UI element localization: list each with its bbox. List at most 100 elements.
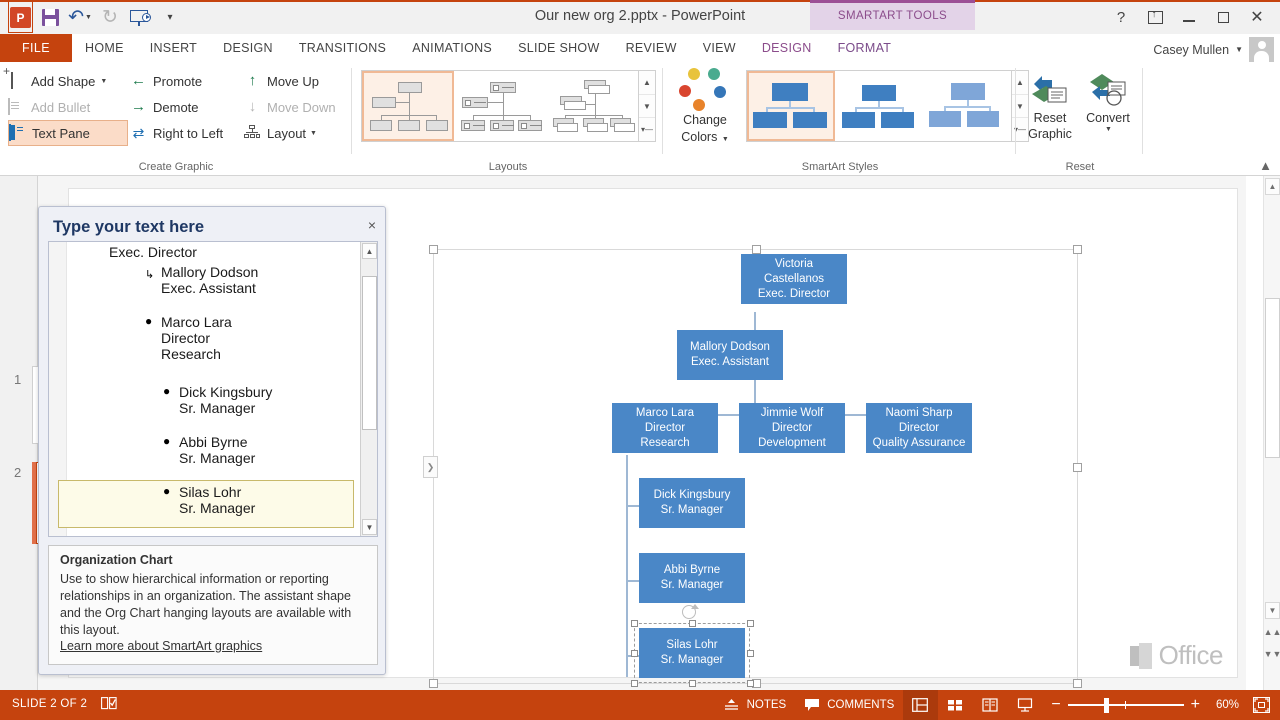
chevron-down-icon[interactable]: ▼ bbox=[310, 130, 317, 137]
shape-handle-s[interactable] bbox=[689, 680, 696, 687]
smartart-style-option-2[interactable] bbox=[835, 71, 923, 141]
text-pane-row-dick-kingsbury[interactable]: Dick Kingsbury Sr. Manager bbox=[163, 384, 361, 416]
zoom-control[interactable]: − + 60% bbox=[1043, 697, 1247, 713]
org-node-silas-lohr[interactable]: Silas Lohr Sr. Manager bbox=[639, 628, 745, 678]
layout-option-half-circle[interactable] bbox=[546, 71, 638, 141]
tab-file[interactable]: FILE bbox=[0, 34, 72, 62]
close-icon[interactable]: ✕ bbox=[1240, 6, 1274, 28]
reading-view-button[interactable] bbox=[973, 690, 1008, 720]
scroll-up-icon[interactable]: ▲ bbox=[1265, 178, 1280, 195]
demote-button[interactable]: → Demote bbox=[130, 94, 245, 120]
notes-button[interactable]: NOTES bbox=[715, 690, 796, 720]
change-colors-button[interactable]: Change Colors ▼ bbox=[672, 68, 738, 148]
previous-slide-icon[interactable]: ▲▲ bbox=[1264, 624, 1280, 640]
smartart-graphic-frame[interactable]: ❯ Victoria Castellanos Exec. Director Ma… bbox=[423, 245, 1082, 688]
restore-icon[interactable] bbox=[1206, 6, 1240, 28]
layouts-gallery[interactable] bbox=[361, 70, 639, 142]
move-up-button[interactable]: ↑ Move Up bbox=[244, 68, 354, 94]
gallery-more-icon[interactable]: ▾― bbox=[639, 118, 655, 141]
scrollbar-thumb[interactable] bbox=[1265, 298, 1280, 458]
text-pane-row-abbi-byrne[interactable]: Abbi Byrne Sr. Manager bbox=[163, 434, 361, 466]
org-node-jimmie-wolf[interactable]: Jimmie Wolf Director Development bbox=[739, 403, 845, 453]
help-icon[interactable]: ? bbox=[1104, 6, 1138, 28]
user-account-area[interactable]: Casey Mullen ▼ bbox=[1153, 37, 1274, 62]
resize-handle-nw[interactable] bbox=[429, 245, 438, 254]
tab-view[interactable]: VIEW bbox=[690, 34, 749, 62]
zoom-slider[interactable] bbox=[1067, 698, 1184, 713]
resize-handle-sw[interactable] bbox=[429, 679, 438, 688]
chevron-down-icon[interactable]: ▼ bbox=[100, 78, 107, 85]
right-to-left-button[interactable]: ⇄ Right to Left bbox=[130, 120, 245, 146]
layout-button[interactable]: Layout ▼ bbox=[244, 120, 354, 146]
shape-handle-ne[interactable] bbox=[747, 620, 754, 627]
shape-handle-n[interactable] bbox=[689, 620, 696, 627]
shape-handle-e[interactable] bbox=[747, 650, 754, 657]
smartart-styles-gallery[interactable] bbox=[746, 70, 1012, 142]
add-shape-button[interactable]: Add Shape ▼ bbox=[8, 68, 128, 94]
tab-design[interactable]: DESIGN bbox=[210, 34, 286, 62]
resize-handle-se[interactable] bbox=[1073, 679, 1082, 688]
tab-review[interactable]: REVIEW bbox=[613, 34, 690, 62]
ribbon-display-options-icon[interactable] bbox=[1138, 6, 1172, 28]
close-icon[interactable]: × bbox=[368, 217, 376, 233]
text-pane-scroll-up-icon[interactable]: ▲ bbox=[362, 243, 377, 259]
tab-smartart-format[interactable]: FORMAT bbox=[825, 34, 905, 62]
zoom-percent-label[interactable]: 60% bbox=[1207, 699, 1239, 711]
resize-handle-n[interactable] bbox=[752, 245, 761, 254]
layout-option-organization-chart[interactable] bbox=[362, 71, 454, 141]
tab-slide-show[interactable]: SLIDE SHOW bbox=[505, 34, 613, 62]
text-pane-list-container[interactable]: Exec. Director ↳ Mallory Dodson Exec. As… bbox=[48, 241, 378, 537]
text-pane-row-silas-lohr[interactable]: Silas Lohr Sr. Manager bbox=[163, 484, 361, 516]
shape-handle-nw[interactable] bbox=[631, 620, 638, 627]
zoom-out-icon[interactable]: − bbox=[1051, 697, 1060, 713]
layouts-gallery-scrollbar[interactable]: ▲ ▼ ▾― bbox=[639, 70, 656, 142]
text-pane-scrollbar[interactable]: ▲ ▼ bbox=[360, 242, 377, 536]
gallery-scroll-down-icon[interactable]: ▼ bbox=[639, 95, 655, 119]
tab-transitions[interactable]: TRANSITIONS bbox=[286, 34, 399, 62]
chevron-down-icon[interactable]: ▼ bbox=[1235, 45, 1243, 54]
text-pane-row-mallory-dodson[interactable]: Mallory Dodson Exec. Assistant bbox=[145, 264, 361, 296]
minimize-icon[interactable] bbox=[1172, 6, 1206, 28]
open-text-pane-arrow-icon[interactable]: ❯ bbox=[423, 456, 438, 478]
org-node-mallory-dodson[interactable]: Mallory Dodson Exec. Assistant bbox=[677, 330, 783, 380]
gallery-scroll-up-icon[interactable]: ▲ bbox=[639, 71, 655, 95]
slide-sorter-view-button[interactable] bbox=[938, 690, 973, 720]
text-pane-scrollbar-thumb[interactable] bbox=[362, 276, 377, 430]
comments-button[interactable]: COMMENTS bbox=[795, 690, 903, 720]
tab-smartart-design[interactable]: DESIGN bbox=[748, 34, 825, 62]
text-pane-row-marco-lara[interactable]: Marco Lara Director Research bbox=[145, 314, 361, 362]
vertical-scrollbar[interactable]: ▲ ▼ ▲▲ ▼▼ bbox=[1263, 176, 1280, 690]
zoom-slider-handle[interactable] bbox=[1103, 698, 1109, 713]
shape-handle-w[interactable] bbox=[631, 650, 638, 657]
org-node-abbi-byrne[interactable]: Abbi Byrne Sr. Manager bbox=[639, 553, 745, 603]
fit-slide-to-window-icon[interactable] bbox=[1253, 697, 1270, 713]
org-node-naomi-sharp[interactable]: Naomi Sharp Director Quality Assurance bbox=[866, 403, 972, 453]
shape-handle-se[interactable] bbox=[747, 680, 754, 687]
scroll-down-icon[interactable]: ▼ bbox=[1265, 602, 1280, 619]
chevron-down-icon[interactable]: ▼ bbox=[1080, 126, 1137, 133]
text-pane-row-exec-director[interactable]: Exec. Director bbox=[109, 244, 361, 260]
chevron-down-icon[interactable]: ▼ bbox=[722, 136, 729, 143]
smartart-style-option-3[interactable] bbox=[923, 71, 1011, 141]
text-pane-list[interactable]: Exec. Director ↳ Mallory Dodson Exec. As… bbox=[49, 242, 361, 536]
collapse-ribbon-icon[interactable]: ▲ bbox=[1259, 158, 1272, 173]
org-node-dick-kingsbury[interactable]: Dick Kingsbury Sr. Manager bbox=[639, 478, 745, 528]
rotation-handle[interactable] bbox=[682, 604, 699, 619]
resize-handle-e[interactable] bbox=[1073, 463, 1082, 472]
slide-indicator[interactable]: SLIDE 2 OF 2 bbox=[12, 698, 87, 710]
smartart-style-option-1[interactable] bbox=[747, 71, 835, 141]
resize-handle-ne[interactable] bbox=[1073, 245, 1082, 254]
zoom-in-icon[interactable]: + bbox=[1191, 697, 1200, 713]
tab-home[interactable]: HOME bbox=[72, 34, 137, 62]
text-pane-scroll-down-icon[interactable]: ▼ bbox=[362, 519, 377, 535]
normal-view-button[interactable] bbox=[903, 690, 939, 720]
tab-animations[interactable]: ANIMATIONS bbox=[399, 34, 505, 62]
smartart-text-pane[interactable]: Type your text here × Exec. Director ↳ M… bbox=[38, 206, 386, 675]
org-node-marco-lara[interactable]: Marco Lara Director Research bbox=[612, 403, 718, 453]
reset-graphic-button[interactable]: Reset Graphic bbox=[1021, 70, 1079, 142]
org-node-victoria-castellanos[interactable]: Victoria Castellanos Exec. Director bbox=[741, 254, 847, 304]
promote-button[interactable]: ← Promote bbox=[130, 68, 245, 94]
next-slide-icon[interactable]: ▼▼ bbox=[1264, 646, 1280, 662]
learn-more-link[interactable]: Learn more about SmartArt graphics bbox=[60, 639, 262, 653]
layout-option-name-and-title[interactable] bbox=[454, 71, 546, 141]
